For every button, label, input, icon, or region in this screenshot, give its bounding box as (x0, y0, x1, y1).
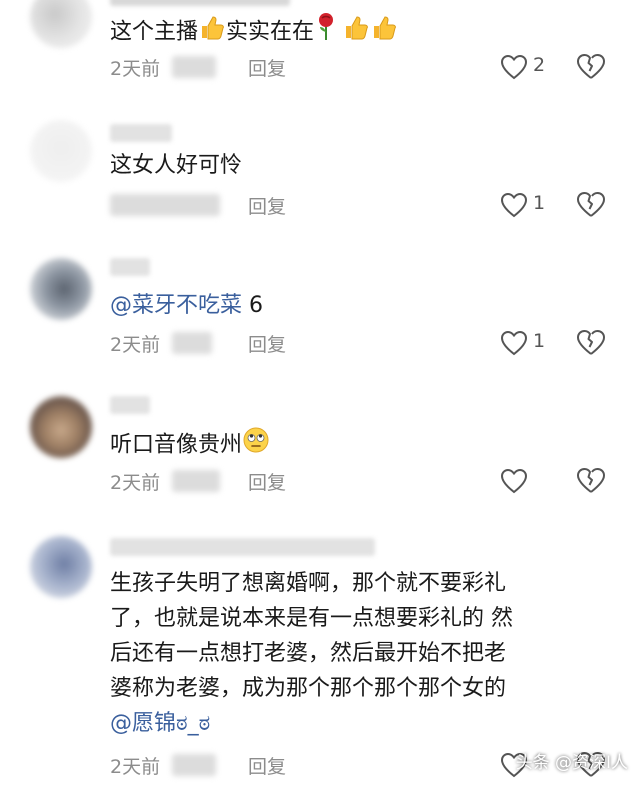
dislike-button[interactable] (576, 466, 606, 496)
username-cutoff (110, 0, 290, 6)
comment-time: 2天前 (110, 334, 161, 356)
broken-heart-outline-icon (577, 468, 605, 493)
reply-button[interactable]: 回复 (248, 468, 286, 495)
username[interactable] (110, 538, 375, 556)
like-button[interactable] (500, 466, 560, 496)
heart-outline-icon (500, 330, 528, 356)
mention-link[interactable]: @愿锦ಠ_ಠ (110, 711, 210, 736)
like-count: 1 (533, 330, 546, 352)
comment-text-part: 6 (242, 293, 264, 318)
like-button[interactable]: 1 (500, 328, 560, 358)
comment-text-part: 听口音像贵州 (110, 432, 243, 458)
comment-location (172, 332, 212, 354)
mention-link[interactable]: @菜牙不吃菜 (110, 293, 242, 318)
broken-heart-outline-icon (577, 54, 605, 79)
comment-text-part: 实实在在 (226, 19, 315, 45)
comment-text-line: 了，也就是说本来是有一点想要彩礼的 然 (110, 606, 513, 631)
like-count: 1 (533, 192, 546, 214)
username[interactable] (110, 124, 172, 142)
comment-text-part: 这个主播 (110, 19, 199, 45)
rose-emoji (314, 12, 338, 53)
comment-text: 这女人好可怜 (110, 153, 243, 178)
comment-text: 听口音像贵州 (110, 426, 620, 465)
dislike-button[interactable] (576, 52, 606, 82)
broken-heart-outline-icon (577, 192, 605, 217)
comment-time: 2天前 (110, 756, 161, 778)
like-button[interactable]: 1 (500, 190, 560, 220)
avatar[interactable] (30, 258, 92, 320)
comment-text-line: 婆称为老婆，成为那个那个那个那个女的 (110, 676, 507, 701)
comment-text-line: 后还有一点想打老婆，然后最开始不把老 (110, 641, 507, 666)
avatar[interactable] (30, 0, 92, 48)
comment-time: 2天前 (110, 472, 161, 494)
heart-outline-icon (500, 468, 528, 494)
comment-location (172, 470, 220, 492)
dislike-button[interactable] (576, 328, 606, 358)
broken-heart-outline-icon (577, 330, 605, 355)
username[interactable] (110, 396, 150, 414)
avatar[interactable] (30, 120, 92, 182)
comment-location (172, 56, 216, 78)
like-count: 2 (533, 54, 546, 76)
reply-button[interactable]: 回复 (248, 192, 286, 219)
comment-time: 2天前 (110, 58, 161, 80)
heart-outline-icon (500, 54, 528, 80)
thumbs-up-emoji (342, 13, 370, 52)
thumbs-up-emoji (370, 13, 398, 52)
reply-button[interactable]: 回复 (248, 54, 286, 81)
dislike-button[interactable] (576, 190, 606, 220)
comment-location (172, 754, 216, 776)
username[interactable] (110, 258, 150, 276)
like-button[interactable]: 2 (500, 52, 560, 82)
rolling-eyes-emoji (242, 426, 270, 465)
comment-text-line: 生孩子失明了想离婚啊，那个就不要彩礼 (110, 571, 507, 596)
comment-text: 这个主播 实实在在 (110, 12, 620, 53)
reply-button[interactable]: 回复 (248, 330, 286, 357)
avatar[interactable] (30, 536, 92, 598)
avatar[interactable] (30, 396, 92, 458)
watermark: 头条 @资深I人 (515, 753, 628, 773)
comment-text: 生孩子失明了想离婚啊，那个就不要彩礼 了，也就是说本来是有一点想要彩礼的 然 后… (110, 566, 620, 741)
thumbs-up-emoji (198, 13, 226, 52)
comment-text: @菜牙不吃菜 6 (110, 288, 620, 323)
reply-button[interactable]: 回复 (248, 752, 286, 779)
heart-outline-icon (500, 192, 528, 218)
comment-location (110, 194, 220, 216)
